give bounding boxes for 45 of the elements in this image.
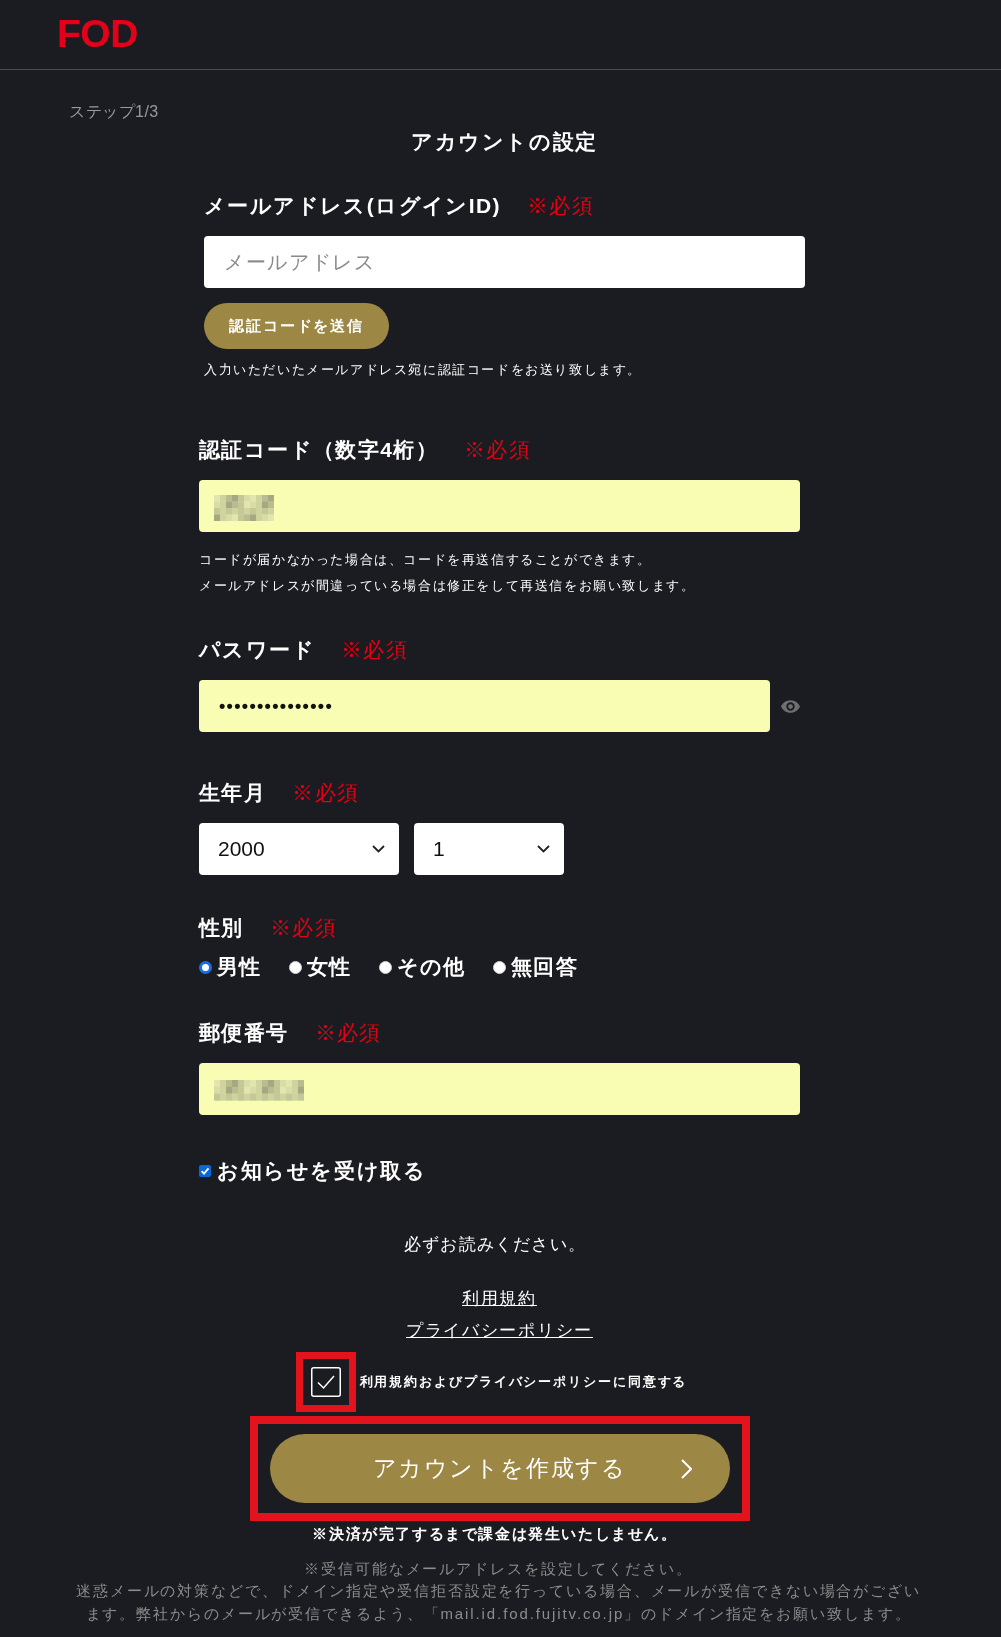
privacy-policy-link[interactable]: プライバシーポリシー bbox=[406, 1318, 593, 1344]
field-label: 性別 bbox=[199, 914, 244, 941]
notice-text: 必ずお読みください。 bbox=[404, 1234, 586, 1256]
chevron-down-icon bbox=[537, 845, 550, 853]
helper-text: 入力いただいたメールアドレス宛に認証コードをお送り致します。 bbox=[204, 361, 642, 379]
select-dropdown[interactable]: 2000 bbox=[199, 823, 399, 875]
radio-label[interactable]: 男性 bbox=[217, 952, 262, 982]
field-label: 郵便番号 bbox=[199, 1020, 289, 1046]
radio-label[interactable]: 女性 bbox=[306, 952, 352, 982]
agreement-label[interactable]: 利用規約およびプライバシーポリシーに同意する bbox=[359, 1373, 688, 1391]
field-label: メールアドレス(ログインID) bbox=[204, 193, 501, 219]
helper-text: コードが届かなかった場合は、コードを再送信することができます。 bbox=[199, 551, 652, 569]
checkbox-label[interactable]: お知らせを受け取る bbox=[217, 1156, 427, 1186]
field-label: 生年月 bbox=[199, 780, 267, 806]
mail-note: 迷惑メールの対策などで、ドメイン指定や受信拒否設定を行っている場合、メールが受信できない場合がございます。弊社からのメールが受信できるよう、「mail.id.fod.fujitv.co.jp」のドメイン指定をお願い致します。 bbox=[75, 1581, 922, 1624]
checkbox[interactable] bbox=[199, 1165, 211, 1177]
required-label: ※必須 bbox=[269, 914, 337, 941]
helper-text: メールアドレスが間違っている場合は修正をして再送信をお願い致します。 bbox=[199, 577, 696, 595]
mail-note: ※受信可能なメールアドレスを設定してください。 bbox=[304, 1558, 693, 1579]
radio-label[interactable]: 無回答 bbox=[510, 952, 579, 982]
radio-button[interactable] bbox=[199, 960, 212, 974]
step-indicator: ステップ1/3 bbox=[69, 102, 159, 122]
field-label: パスワード bbox=[199, 637, 315, 663]
send-code-button[interactable]: 認証コードを送信 bbox=[204, 303, 390, 349]
eye-icon[interactable] bbox=[781, 699, 800, 713]
required-label: ※必須 bbox=[341, 637, 409, 663]
terms-link[interactable]: 利用規約 bbox=[462, 1286, 537, 1312]
password-field[interactable]: ••••••••••••••• bbox=[199, 680, 770, 732]
required-label: ※必須 bbox=[464, 437, 532, 463]
page-title: アカウントの設定 bbox=[411, 129, 598, 155]
required-label: ※必須 bbox=[527, 193, 595, 219]
chevron-right-icon bbox=[680, 1458, 692, 1479]
field-label: 認証コード（数字4桁） bbox=[199, 437, 439, 463]
select-dropdown[interactable]: 1 bbox=[414, 823, 564, 875]
chevron-down-icon bbox=[372, 845, 385, 853]
create-account-button[interactable]: アカウントを作成する bbox=[269, 1434, 730, 1503]
text-field[interactable] bbox=[199, 480, 800, 532]
required-label: ※必須 bbox=[314, 1020, 382, 1046]
required-label: ※必須 bbox=[292, 780, 360, 806]
billing-note: ※決済が完了するまで課金は発生いたしません。 bbox=[312, 1524, 678, 1544]
text-field[interactable]: メールアドレス bbox=[204, 236, 805, 288]
radio-label[interactable]: その他 bbox=[396, 952, 466, 982]
agreement-checkbox[interactable] bbox=[310, 1367, 341, 1397]
text-field[interactable] bbox=[199, 1063, 800, 1115]
site-logo[interactable]: FOD bbox=[57, 13, 138, 53]
